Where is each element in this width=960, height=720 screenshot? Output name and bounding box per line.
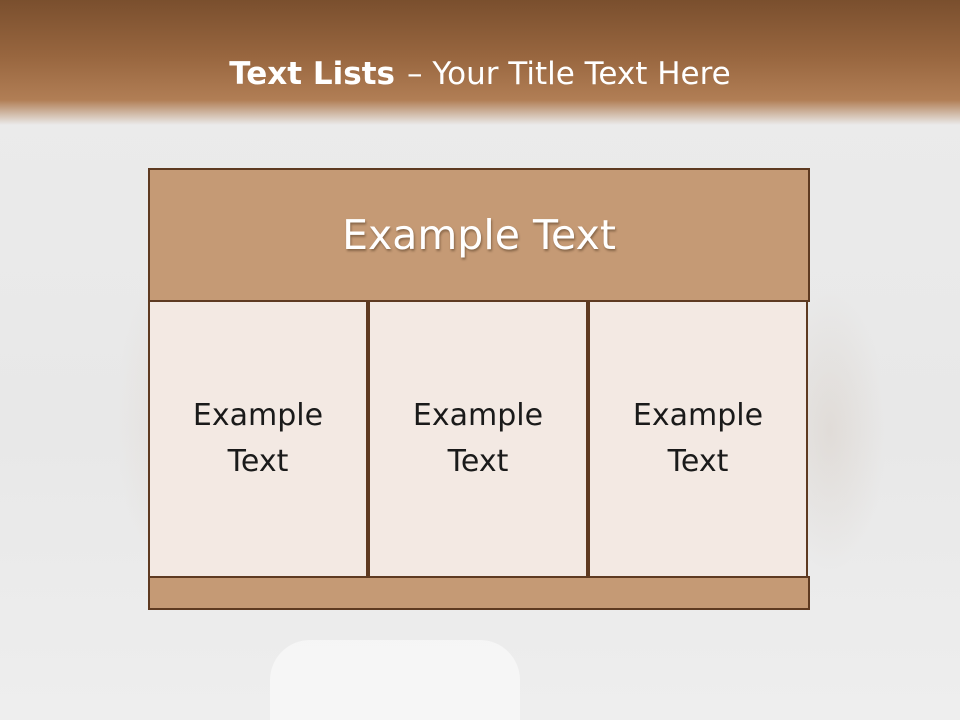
diagram-header-box: Example Text xyxy=(148,168,810,302)
background-photo-detail xyxy=(270,640,520,720)
slide-title: Text Lists – Your Title Text Here xyxy=(0,52,960,96)
diagram-column-1: Example Text xyxy=(148,300,368,578)
slide-title-bold: Text Lists xyxy=(229,56,395,92)
column-1-line-1: Example xyxy=(192,398,324,433)
diagram-header-text: Example Text xyxy=(342,211,616,259)
column-3-line-1: Example xyxy=(632,398,764,433)
diagram-footer-bar xyxy=(148,576,810,610)
text-list-diagram: Example Text Example Text Example Text E… xyxy=(148,168,810,610)
column-2-line-1: Example xyxy=(412,398,544,433)
diagram-column-3: Example Text xyxy=(588,300,808,578)
slide-title-rest: – Your Title Text Here xyxy=(407,56,731,92)
column-2-line-2: Text xyxy=(447,444,509,479)
diagram-column-2: Example Text xyxy=(368,300,588,578)
column-3-line-2: Text xyxy=(667,444,729,479)
column-1-line-2: Text xyxy=(227,444,289,479)
